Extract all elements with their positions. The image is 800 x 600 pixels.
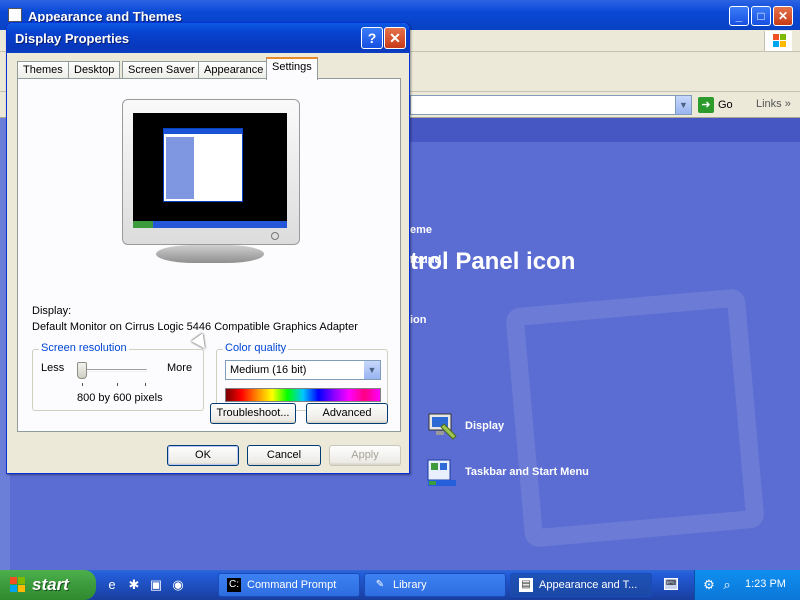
category-watermark [504,287,766,549]
minimize-button[interactable]: _ [729,6,749,26]
display-properties-dialog: Display Properties ? ✕ Themes Desktop Sc… [6,22,410,474]
slider-tick [82,383,83,386]
color-spectrum-bar [225,388,381,402]
display-icon[interactable] [426,410,458,442]
screen-resolution-legend: Screen resolution [39,342,129,354]
ok-button[interactable]: OK [167,445,239,466]
windows-logo-icon [764,31,792,51]
color-quality-group: Color quality Medium (16 bit) ▼ [216,342,388,411]
network-tray-icon[interactable]: ⚙ [701,577,717,593]
display-link[interactable]: Display [465,420,504,432]
taskbar-item-label: Library [393,579,427,591]
display-label: Display: [32,305,72,317]
chevron-down-icon[interactable]: ▼ [364,361,380,379]
taskbar-start-menu-icon[interactable] [426,456,458,488]
apply-button: Apply [329,445,401,466]
tab-settings[interactable]: Settings [266,57,318,80]
monitor-preview [122,99,300,245]
taskbar-start-menu-link[interactable]: Taskbar and Start Menu [465,466,589,478]
media-player-icon[interactable]: ◉ [170,577,186,593]
resolution-value: 800 by 600 pixels [77,392,163,404]
chevron-down-icon[interactable]: ▼ [675,96,691,114]
go-label: Go [718,99,733,111]
preview-taskbar [133,221,287,228]
taskbar-item-label: Command Prompt [247,579,337,591]
task-link-theme[interactable]: eme [410,224,432,236]
color-quality-value: Medium (16 bit) [230,364,307,376]
screen-resolution-group: Screen resolution Less More 800 by 600 p… [32,342,204,411]
display-device-name: Default Monitor on Cirrus Logic 5446 Com… [32,321,358,333]
close-button[interactable]: ✕ [384,27,406,49]
links-label[interactable]: Links » [756,98,791,110]
color-quality-select[interactable]: Medium (16 bit) ▼ [225,360,381,380]
task-link-resolution[interactable]: ion [410,314,427,326]
control-panel-icon [8,8,22,22]
dialog-title: Display Properties [15,31,130,46]
taskbar: start e ✱ ▣ ◉ C: Command Prompt ✎ Librar… [0,570,800,600]
pick-control-panel-heading: trol Panel icon [410,248,576,275]
start-label: start [32,575,69,594]
go-button[interactable]: ➜ Go [698,96,742,114]
internet-explorer-icon[interactable]: e [104,577,120,593]
more-label: More [167,362,193,374]
settings-tab-panel: Display: Default Monitor on Cirrus Logic… [17,78,401,432]
search-icon[interactable]: ⌕ [719,577,735,593]
taskbar-item-appearance-themes[interactable]: ▤ Appearance and T... [510,573,652,597]
taskbar-item-label: Appearance and T... [539,579,638,591]
dialog-titlebar[interactable]: Display Properties ? ✕ [7,23,409,53]
taskbar-item-library[interactable]: ✎ Library [364,573,506,597]
less-label: Less [41,362,65,374]
go-arrow-icon: ➜ [698,97,714,114]
taskbar-item-command-prompt[interactable]: C: Command Prompt [218,573,360,597]
close-button[interactable]: ✕ [773,6,793,26]
color-quality-legend: Color quality [223,342,289,354]
monitor-screen [133,113,287,228]
start-button[interactable]: start [0,570,96,600]
clock[interactable]: 1:23 PM [745,578,786,590]
slider-tick [145,383,146,386]
troubleshoot-button[interactable]: Troubleshoot... [210,403,296,424]
advanced-button[interactable]: Advanced [306,403,388,424]
address-input[interactable]: ▼ [410,95,692,115]
explorer-icon[interactable]: ▣ [148,577,164,593]
preview-window [163,128,243,202]
power-button-icon [271,232,279,240]
cancel-button[interactable]: Cancel [247,445,321,466]
control-panel-icon: ▤ [519,578,533,592]
windows-flag-icon [10,577,25,592]
help-button[interactable]: ? [361,27,383,49]
library-icon: ✎ [375,579,385,590]
network-icon[interactable]: ✱ [126,577,142,593]
command-prompt-icon: C: [227,578,241,592]
resolution-slider-track[interactable] [77,369,147,372]
system-tray: ⚙ ⌕ 1:23 PM [694,570,800,600]
slider-tick [117,383,118,386]
resolution-slider-thumb[interactable] [77,362,87,379]
keyboard-icon[interactable]: ⌨ [664,578,678,590]
maximize-button[interactable]: □ [751,6,771,26]
monitor-stand [156,245,264,263]
